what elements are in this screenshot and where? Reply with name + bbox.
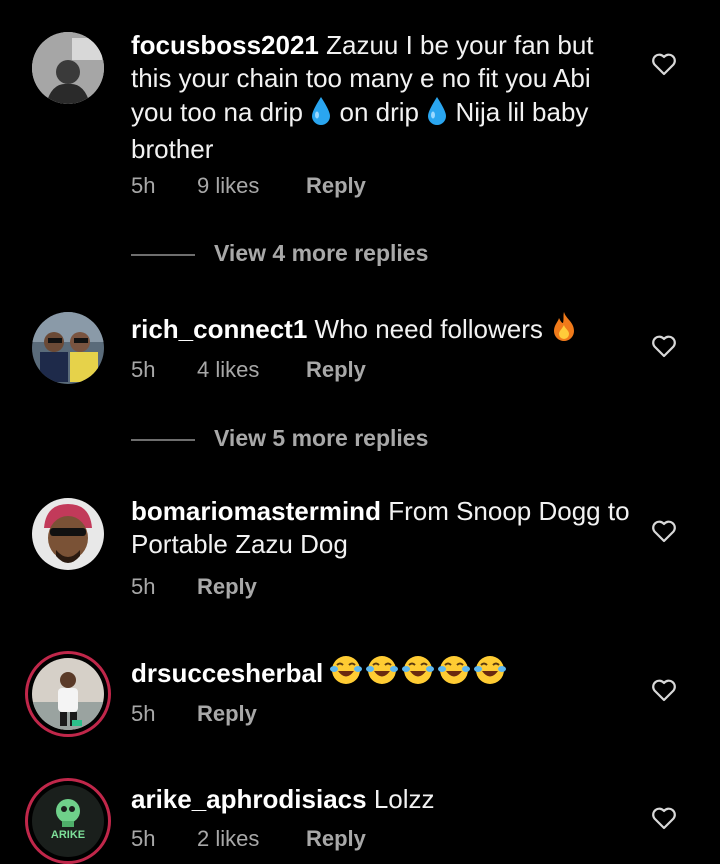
heart-icon[interactable] <box>651 334 677 358</box>
comment-username[interactable]: arike_aphrodisiacs <box>131 784 367 814</box>
comment-username[interactable]: rich_connect1 <box>131 314 307 344</box>
comment-text: arike_aphrodisiacs Lolzz <box>131 783 631 816</box>
fire-emoji <box>550 310 578 350</box>
heart-icon[interactable] <box>651 806 677 830</box>
comment-time: 5h <box>131 701 156 726</box>
avatar[interactable] <box>32 658 104 730</box>
reply-button[interactable]: Reply <box>197 574 257 600</box>
heart-icon[interactable] <box>651 519 677 543</box>
avatar[interactable] <box>32 498 104 570</box>
avatar-logo-text: ARIKE <box>50 829 86 841</box>
view-replies-label: View 4 more replies <box>214 240 429 266</box>
comment-body-part2: on drip <box>339 97 419 127</box>
comment-text: focusboss2021 Zazuu I be your fan but th… <box>131 29 631 166</box>
reply-button[interactable]: Reply <box>306 826 366 852</box>
heart-icon[interactable] <box>651 678 677 702</box>
comment-meta: 5h Reply <box>131 701 257 727</box>
avatar[interactable] <box>32 32 104 104</box>
reply-button[interactable]: Reply <box>197 701 257 727</box>
comment-time: 5h <box>131 826 156 851</box>
avatar[interactable] <box>32 312 104 384</box>
reply-button[interactable]: Reply <box>306 173 366 199</box>
heart-icon[interactable] <box>651 52 677 76</box>
comment-meta: 5h Reply <box>131 574 257 600</box>
comment-likes[interactable]: 9 likes <box>197 173 306 199</box>
comment-text: drsuccesherbal <box>131 654 631 694</box>
comment-likes[interactable]: 2 likes <box>197 826 306 852</box>
reply-button[interactable]: Reply <box>306 357 366 383</box>
comment-username[interactable]: focusboss2021 <box>131 30 319 60</box>
droplet-emoji <box>310 95 332 133</box>
avatar[interactable]: ARIKE <box>32 785 104 857</box>
divider-line <box>131 254 195 256</box>
comment-meta: 5h 4 likes Reply <box>131 357 366 383</box>
comment-username[interactable]: bomariomastermind <box>131 496 381 526</box>
comment-username[interactable]: drsuccesherbal <box>131 658 323 688</box>
comment-text: bomariomastermind From Snoop Dogg to Por… <box>131 495 631 561</box>
comment-body: Who need followers <box>314 314 543 344</box>
comment-meta: 5h 2 likes Reply <box>131 826 366 852</box>
comment-body: Lolzz <box>373 784 435 814</box>
comment-time: 5h <box>131 357 156 382</box>
comment-time: 5h <box>131 574 156 599</box>
comment-likes[interactable]: 4 likes <box>197 357 306 383</box>
divider-line <box>131 439 195 441</box>
view-replies-label: View 5 more replies <box>214 425 429 451</box>
droplet-emoji <box>426 95 448 133</box>
comment-time: 5h <box>131 173 156 198</box>
comment-meta: 5h 9 likes Reply <box>131 173 366 199</box>
comment-text: rich_connect1 Who need followers <box>131 310 631 350</box>
tears-of-joy-emoji <box>330 654 507 694</box>
